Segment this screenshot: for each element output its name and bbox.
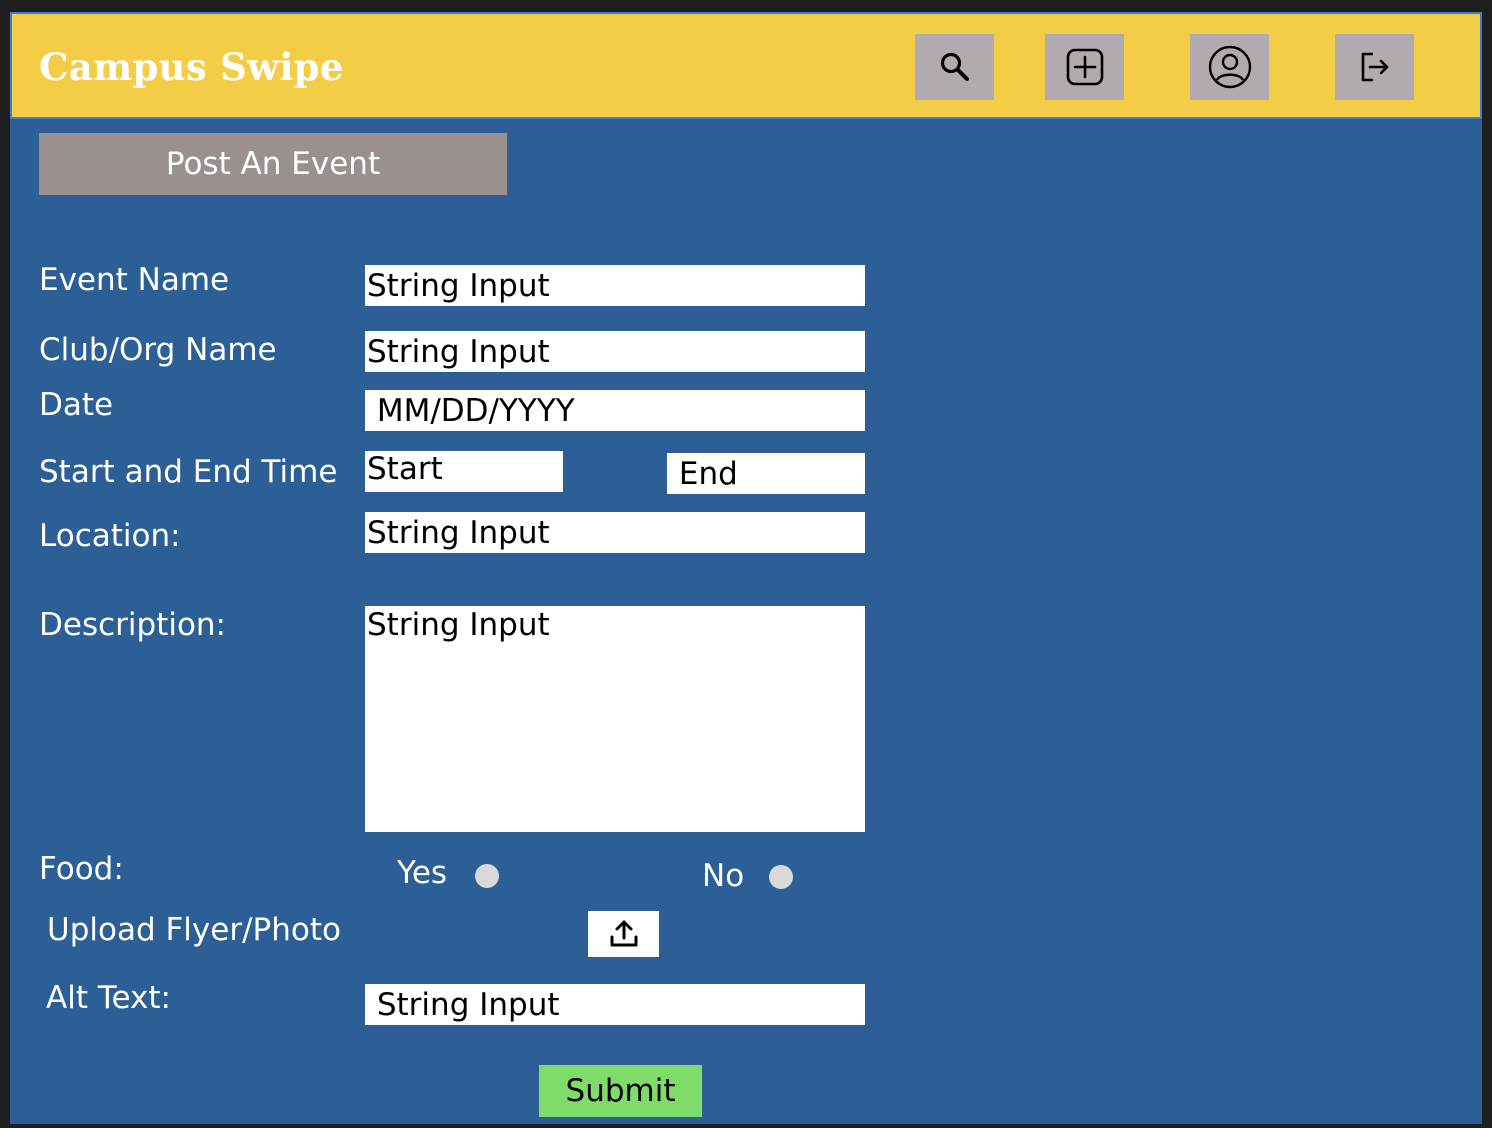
submit-button[interactable]: Submit [539,1065,702,1117]
user-circle-icon [1208,45,1251,89]
club-name-input[interactable] [365,331,865,372]
alt-text-label: Alt Text: [46,980,171,1016]
date-label: Date [39,387,114,423]
upload-icon [610,920,637,947]
app-window: Campus Swipe Post An Event Event Name St… [10,12,1482,1124]
upload-button[interactable] [588,911,659,957]
description-input[interactable] [365,606,865,832]
logout-icon [1361,52,1388,82]
food-yes-label: Yes [397,855,448,891]
top-bar: Campus Swipe [10,12,1482,119]
food-yes-radio[interactable] [475,864,499,888]
food-no-radio[interactable] [769,865,793,889]
end-time-input[interactable] [667,453,865,494]
start-time-input[interactable] [365,451,563,492]
food-no-label: No [702,858,745,894]
search-icon [940,52,969,81]
club-name-label: Club/Org Name [39,332,277,368]
time-label: Start and End Time [39,454,338,490]
alt-text-input[interactable] [365,984,865,1025]
post-event-title: Post An Event [39,133,507,195]
location-label: Location: [39,518,181,554]
upload-label: Upload Flyer/Photo [47,912,341,948]
event-name-input[interactable] [365,265,865,306]
app-title: Campus Swipe [39,45,344,89]
add-event-button[interactable] [1045,34,1124,100]
logout-button[interactable] [1335,34,1414,100]
plus-square-icon [1066,48,1103,86]
location-input[interactable] [365,512,865,553]
food-label: Food: [39,851,124,887]
profile-button[interactable] [1190,34,1269,100]
search-button[interactable] [915,34,994,100]
description-label: Description: [39,607,226,643]
date-input[interactable] [365,390,865,431]
event-name-label: Event Name [39,262,230,298]
